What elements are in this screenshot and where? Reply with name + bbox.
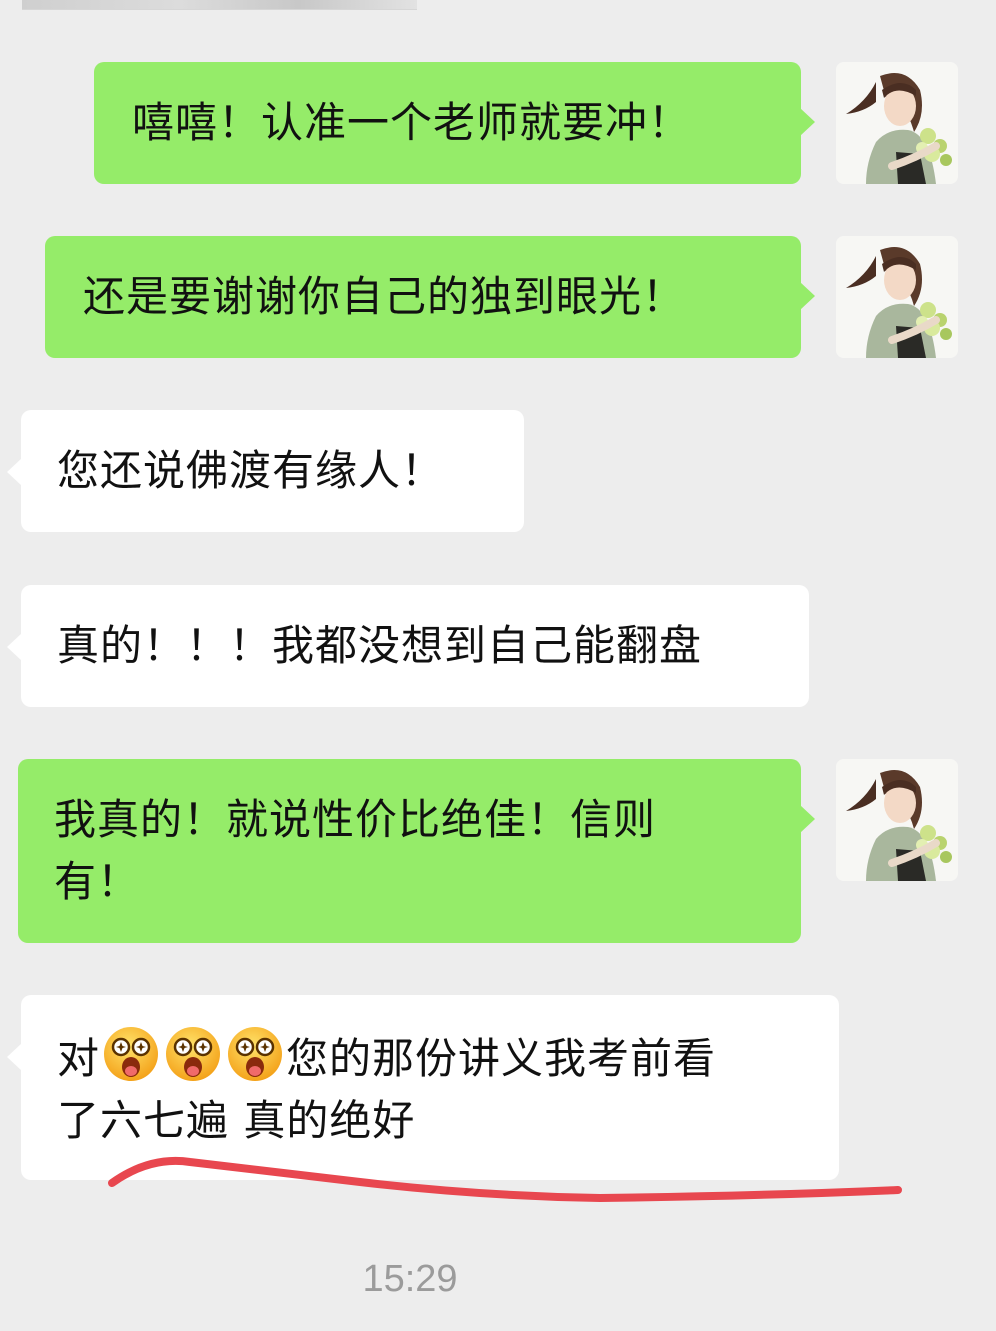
message-text: 还是要谢谢你自己的独到眼光！	[83, 272, 686, 321]
user-avatar[interactable]	[836, 759, 958, 881]
message-text: 您还说佛渡有缘人！	[57, 446, 445, 495]
message-bubble-received[interactable]: 真的！！！我都没想到自己能翻盘	[7, 585, 809, 707]
message-timestamp: 15:29	[362, 1258, 458, 1300]
bubble-tail	[7, 458, 22, 486]
previous-message-edge	[22, 0, 417, 10]
excited-face-emoji	[228, 1027, 283, 1081]
bubble-tail	[800, 282, 815, 310]
excited-face-emoji	[166, 1027, 221, 1081]
bubble-tail	[7, 1043, 22, 1071]
message-text: 嘻嘻！认准一个老师就要冲！	[132, 98, 692, 147]
bubble-tail	[800, 805, 815, 833]
excited-face-emoji	[104, 1027, 159, 1081]
message-bubble-received[interactable]: 对您的那份讲义我考前看 了六七遍 真的绝好	[7, 995, 839, 1180]
user-avatar[interactable]	[836, 62, 958, 184]
message-text: 我真的！就说性价比绝佳！信则 有！	[54, 795, 657, 906]
message-bubble-sent[interactable]: 嘻嘻！认准一个老师就要冲！	[94, 62, 815, 184]
message-text: 对您的那份讲义我考前看 了六七遍 真的绝好	[57, 1025, 817, 1152]
message-text: 真的！！！我都没想到自己能翻盘	[57, 621, 703, 670]
message-bubble-sent[interactable]: 还是要谢谢你自己的独到眼光！	[45, 236, 815, 358]
message-bubble-received[interactable]: 您还说佛渡有缘人！	[7, 410, 524, 532]
bubble-tail	[800, 108, 815, 136]
bubble-tail	[7, 633, 22, 661]
user-avatar[interactable]	[836, 236, 958, 358]
message-bubble-sent[interactable]: 我真的！就说性价比绝佳！信则 有！	[18, 759, 815, 943]
message-text-prefix: 对	[57, 1034, 101, 1083]
